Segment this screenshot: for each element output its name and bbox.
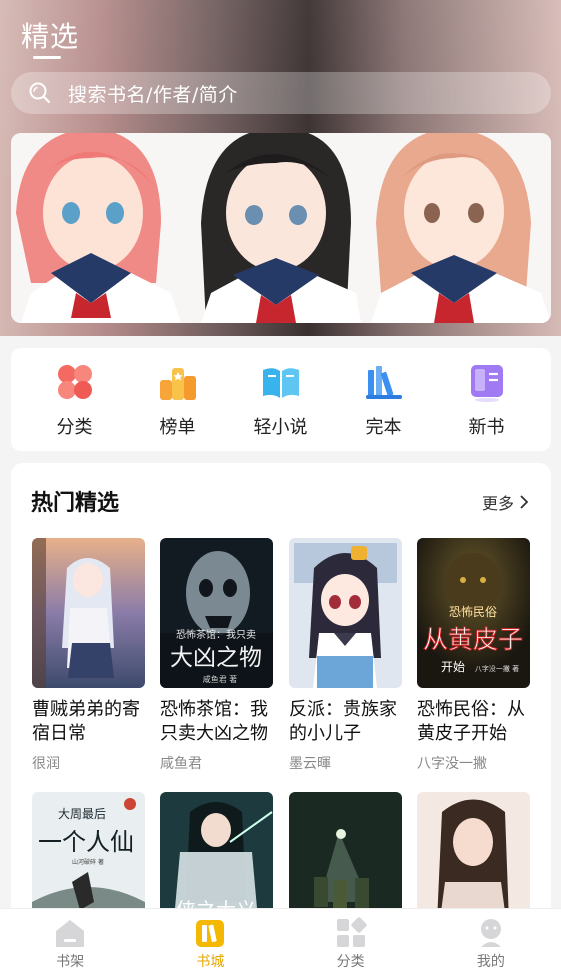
cover-title-top: 恐怖茶馆：我只卖	[176, 628, 256, 641]
tab-category[interactable]: 分类	[281, 909, 421, 972]
book-title: 反派：贵族家的小儿子	[289, 699, 397, 744]
book-card[interactable]: 侠之大义	[160, 792, 273, 923]
book-card[interactable]	[417, 792, 530, 923]
tab-label: 书架	[56, 954, 85, 970]
tab-bookshelf[interactable]: 书架	[0, 909, 140, 972]
book-cover	[32, 538, 145, 688]
quick-link-label: 完本	[365, 417, 402, 438]
bookstore-icon	[196, 920, 225, 947]
book-card[interactable]: 曹贼弟弟的寄宿日常 很润	[32, 538, 145, 773]
cover-title-top: 恐怖民俗	[449, 604, 497, 619]
search-placeholder: 搜索书名/作者/简介	[68, 83, 238, 106]
quick-link-label: 轻小说	[253, 417, 308, 438]
banner-image	[11, 133, 551, 323]
book-cover	[289, 538, 402, 688]
book-cover: 侠之大义	[160, 792, 273, 923]
quick-link-label: 榜单	[159, 417, 196, 438]
search-icon	[29, 82, 51, 104]
category-grid-icon	[336, 917, 367, 947]
quick-link-new-books[interactable]: 新书	[435, 348, 538, 451]
quick-link-light-novel[interactable]: 轻小说	[229, 348, 332, 451]
book-author: 咸鱼君	[160, 756, 202, 772]
category-flower-icon	[57, 365, 92, 399]
book-card[interactable]: 恐怖茶馆：我只卖 大凶之物 咸鱼君 著 恐怖茶馆：我只卖大凶之物 咸鱼君	[160, 538, 273, 773]
tab-label: 我的	[476, 954, 505, 970]
quick-links-card: 分类 榜单 轻小说 完本 新书	[11, 348, 551, 451]
quick-link-completed[interactable]: 完本	[332, 348, 435, 451]
cover-title-top: 大周最后	[58, 807, 106, 821]
quick-link-label: 分类	[56, 417, 93, 438]
open-book-icon	[262, 368, 299, 398]
book-card[interactable]	[289, 792, 402, 923]
profile-icon	[480, 919, 501, 947]
book-author: 很润	[32, 756, 60, 772]
book-cover	[417, 792, 530, 923]
title-underline	[33, 56, 61, 59]
book-author: 墨云暉	[289, 756, 331, 772]
ranking-podium-icon	[159, 368, 196, 400]
cover-title-sub: 开始	[441, 660, 465, 674]
book-title: 恐怖民俗：从黄皮子开始	[417, 699, 525, 744]
quick-link-label: 新书	[468, 417, 505, 438]
tab-profile[interactable]: 我的	[421, 909, 561, 972]
new-book-icon	[470, 365, 503, 402]
quick-link-category[interactable]: 分类	[23, 348, 126, 451]
book-title: 曹贼弟弟的寄宿日常	[32, 699, 140, 744]
book-stack-icon	[365, 366, 402, 399]
tab-bookstore[interactable]: 书城	[140, 909, 280, 972]
cover-author: 山河破碎 著	[72, 858, 104, 866]
book-card[interactable]: 大周最后 一个人仙 山河破碎 著	[32, 792, 145, 923]
tab-label: 书城	[196, 954, 225, 970]
tab-label: 分类	[336, 954, 365, 970]
more-label: 更多	[481, 494, 514, 513]
book-cover: 恐怖茶馆：我只卖 大凶之物 咸鱼君 著	[160, 538, 273, 688]
bottom-tab-bar: 书架 书城 分类 我的	[0, 908, 561, 972]
book-title: 恐怖茶馆：我只卖大凶之物	[160, 699, 268, 744]
banner-carousel[interactable]	[11, 133, 551, 323]
cover-title-main: 从黄皮子	[423, 625, 523, 654]
section-title: 热门精选	[31, 491, 120, 516]
book-cover	[289, 792, 402, 923]
cover-author: 八字没一撇 著	[475, 664, 519, 673]
chevron-right-icon	[520, 495, 529, 509]
book-card[interactable]: 恐怖民俗 从黄皮子 开始 八字没一撇 著 恐怖民俗：从黄皮子开始 八字没一撇	[417, 538, 530, 773]
cover-title-main: 大凶之物	[170, 645, 262, 671]
search-bar[interactable]: 搜索书名/作者/简介	[11, 72, 551, 114]
cover-author: 咸鱼君 著	[203, 674, 238, 684]
book-cover: 大周最后 一个人仙 山河破碎 著	[32, 792, 145, 923]
page-title: 精选	[21, 20, 80, 53]
book-author: 八字没一撇	[417, 756, 487, 772]
more-link[interactable]: 更多	[482, 490, 529, 514]
book-card[interactable]: 反派：贵族家的小儿子 墨云暉	[289, 538, 402, 773]
bookshelf-icon	[56, 920, 85, 947]
cover-title-main: 一个人仙	[38, 828, 134, 856]
quick-link-ranking[interactable]: 榜单	[126, 348, 229, 451]
hot-picks-section: 热门精选 更多 曹贼弟弟的寄宿日常 很润 恐怖茶馆：我只卖 大凶之物 咸鱼君 著…	[11, 463, 551, 923]
book-cover: 恐怖民俗 从黄皮子 开始 八字没一撇 著	[417, 538, 530, 688]
